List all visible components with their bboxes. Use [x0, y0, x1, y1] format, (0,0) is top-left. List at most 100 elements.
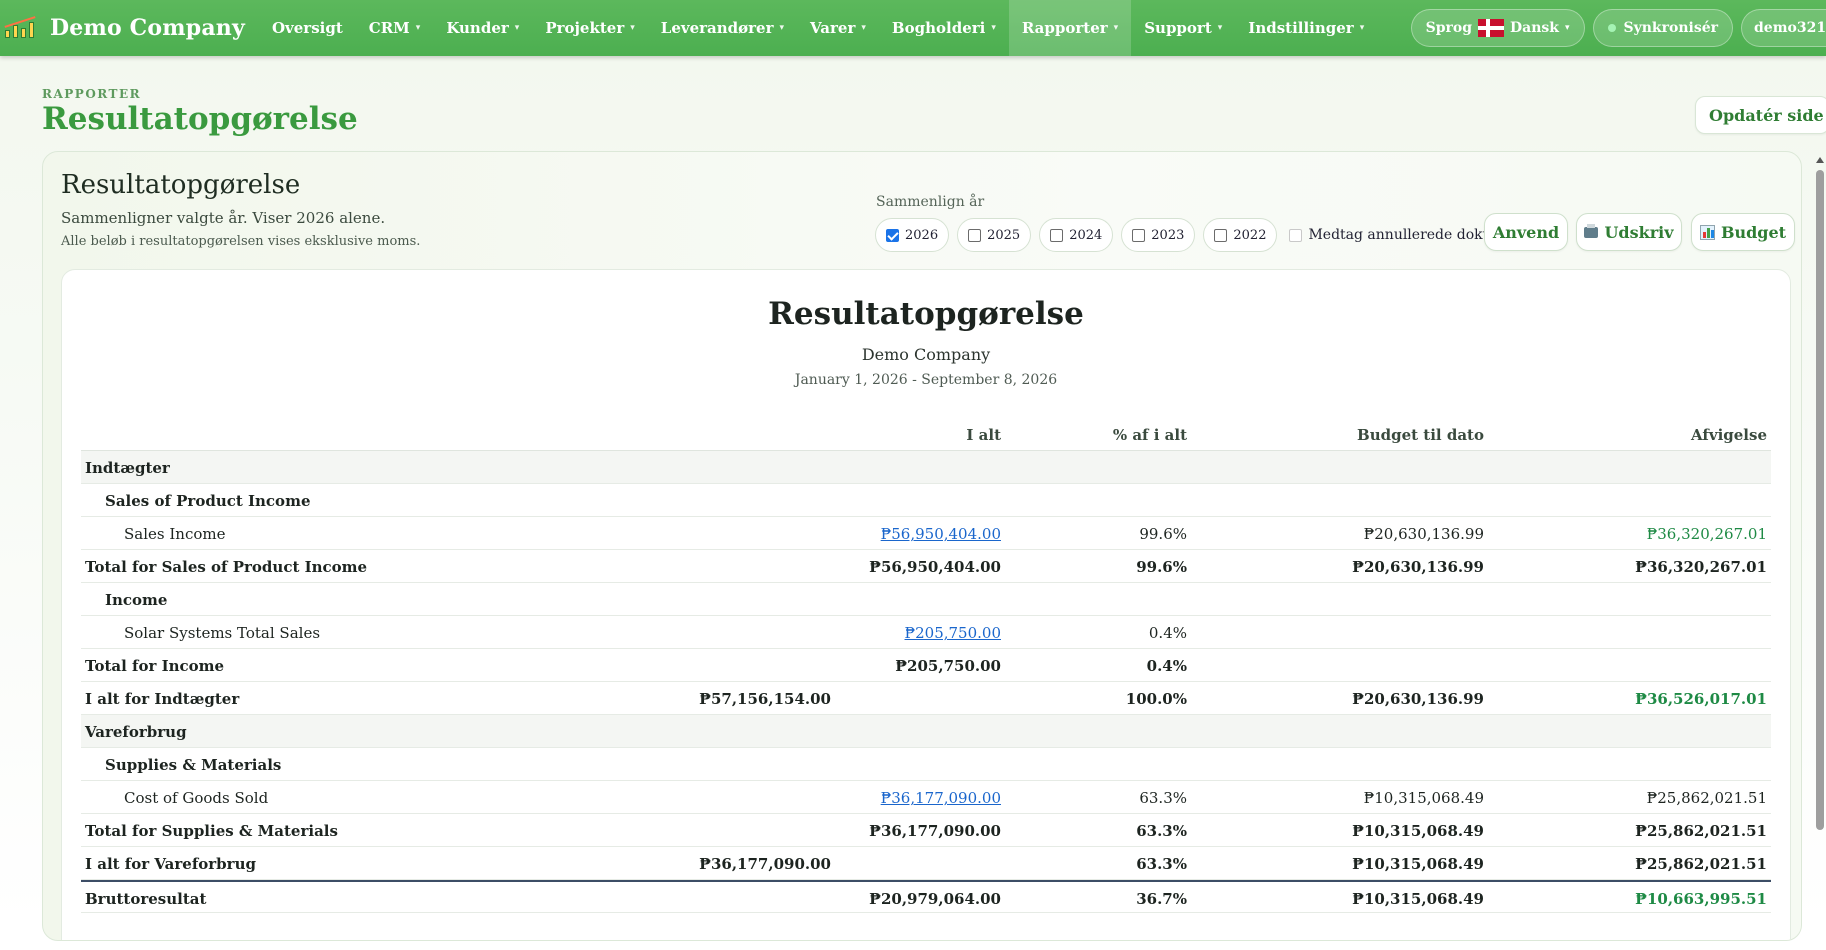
table-row: Supplies & Materials — [81, 748, 1771, 781]
nav-item-rapporter[interactable]: Rapporter ▾ — [1008, 0, 1132, 56]
nav-item-label: Indstillinger — [1248, 19, 1354, 37]
brand[interactable]: Demo Company — [0, 0, 245, 56]
year-label: 2024 — [1069, 227, 1103, 243]
chevron-down-icon: ▾ — [1113, 23, 1119, 33]
include-cancelled-checkbox[interactable] — [1289, 228, 1303, 242]
row-label: Indtægter — [85, 459, 170, 477]
nav-item-label: Bogholderi — [891, 19, 986, 37]
scroll-thumb[interactable] — [1816, 170, 1824, 830]
year-chip-2025[interactable]: 2025 — [957, 218, 1032, 252]
card-subtitle: Sammenligner valgte år. Viser 2026 alene… — [61, 209, 386, 227]
budget-button[interactable]: Budget — [1691, 213, 1795, 251]
year-checkbox[interactable] — [1050, 228, 1064, 242]
nav-item-oversigt[interactable]: Oversigt — [259, 0, 356, 56]
row-percent: 0.4% — [1148, 624, 1187, 642]
amount-link[interactable]: ₱205,750.00 — [905, 624, 1001, 642]
nav-item-indstillinger[interactable]: Indstillinger ▾ — [1235, 0, 1377, 56]
table-row: Income — [81, 583, 1771, 616]
row-label: Bruttoresultat — [85, 890, 207, 908]
table-row: Cost of Goods Sold ₱36,177,090.00 63.3% ₱10… — [81, 781, 1771, 814]
row-label: I alt for Indtægter — [85, 690, 240, 708]
row-label: Vareforbrug — [85, 723, 187, 741]
card-title: Resultatopgørelse — [61, 170, 301, 200]
row-label: Total for Sales of Product Income — [85, 558, 368, 576]
row-label: Sales of Product Income — [105, 492, 311, 510]
year-label: 2025 — [987, 227, 1021, 243]
year-chip-2022[interactable]: 2022 — [1203, 218, 1278, 252]
report-period: January 1, 2026 - September 8, 2026 — [794, 372, 1058, 388]
row-total: ₱20,979,064.00 — [869, 890, 1001, 908]
table-row: Vareforbrug — [81, 715, 1771, 748]
refresh-page-button[interactable]: Opdatér side — [1695, 96, 1826, 134]
table-row: I alt for Indtægter ₱57,156,154.00 100.0% ₱… — [81, 682, 1771, 715]
top-navbar: Demo Company Oversigt CRM ▾ Kunder ▾ Projekte… — [0, 0, 1826, 56]
row-budget: ₱10,315,068.49 — [1352, 822, 1484, 840]
table-header: I alt % af i alt Budget til dato Afvigel… — [81, 418, 1771, 451]
report-sheet: Resultatopgørelse Demo Company January 1… — [61, 269, 1791, 940]
table-row: Indtægter — [81, 451, 1771, 484]
sync-button[interactable]: Synkronisér — [1592, 9, 1733, 47]
scroll-up-arrow-icon[interactable] — [1816, 157, 1824, 163]
amount-link[interactable]: ₱36,177,090.00 — [881, 789, 1001, 807]
nav-item-support[interactable]: Support ▾ — [1131, 0, 1235, 56]
row-deviation: ₱25,862,021.51 — [1635, 855, 1767, 873]
year-chip-2026[interactable]: 2026 — [875, 218, 950, 252]
nav-item-label: Kunder — [446, 19, 509, 37]
year-checkbox[interactable] — [1214, 228, 1228, 242]
vat-note: Alle beløb i resultatopgørelsen vises ek… — [61, 234, 421, 249]
nav-item-varer[interactable]: Varer ▾ — [797, 0, 879, 56]
row-deviation: ₱10,663,995.51 — [1635, 890, 1767, 908]
row-budget: ₱20,630,136.99 — [1352, 690, 1484, 708]
row-percent: 63.3% — [1139, 789, 1187, 807]
report-title: Resultatopgørelse — [768, 296, 1084, 332]
year-checkbox[interactable] — [1132, 228, 1146, 242]
nav-item-label: Support — [1144, 19, 1212, 37]
compare-years-label: Sammenlign år — [876, 194, 985, 210]
page-eyebrow: RAPPORTER — [42, 87, 142, 101]
row-total: ₱205,750.00 — [895, 657, 1001, 675]
row-deviation: ₱36,526,017.01 — [1635, 690, 1767, 708]
nav-item-kunder[interactable]: Kunder ▾ — [433, 0, 532, 56]
year-chip-2024[interactable]: 2024 — [1039, 218, 1114, 252]
row-percent: 0.4% — [1146, 657, 1187, 675]
user-menu[interactable]: demo321 - a — [1741, 9, 1826, 47]
language-selector[interactable]: Sprog Dansk ▾ — [1410, 9, 1585, 47]
table-row: Total for Income ₱205,750.00 0.4% — [81, 649, 1771, 682]
table-row: Bruttoresultat ₱20,979,064.00 36.7% ₱10,315… — [81, 880, 1771, 913]
row-section-total: ₱57,156,154.00 — [699, 690, 831, 708]
chevron-down-icon: ▾ — [630, 23, 635, 33]
year-filter: 2026 2025 2024 2023 2022 Medtag annullerede … — [875, 218, 1543, 252]
chevron-down-icon: ▾ — [1217, 23, 1223, 33]
amount-link[interactable]: ₱56,950,404.00 — [881, 525, 1001, 543]
print-label: Udskriv — [1604, 222, 1674, 242]
row-percent: 63.3% — [1136, 822, 1187, 840]
row-total: ₱36,177,090.00 — [869, 822, 1001, 840]
row-section-total: ₱36,177,090.00 — [699, 855, 831, 873]
page-scrollbar[interactable] — [1814, 151, 1826, 941]
column-header-total: I alt — [966, 426, 1001, 444]
report-card: Resultatopgørelse Sammenligner valgte år… — [42, 151, 1802, 941]
year-checkbox[interactable] — [968, 228, 982, 242]
nav-item-crm[interactable]: CRM ▾ — [356, 0, 434, 56]
status-dot-icon — [1607, 24, 1616, 32]
table-row: I alt for Vareforbrug ₱36,177,090.00 63.3%… — [81, 847, 1771, 880]
nav-item-projekter[interactable]: Projekter ▾ — [532, 0, 647, 56]
nav-item-leverandører[interactable]: Leverandører ▾ — [648, 0, 797, 56]
table-row: Sales of Product Income — [81, 484, 1771, 517]
year-chip-2023[interactable]: 2023 — [1121, 218, 1196, 252]
chevron-down-icon: ▾ — [991, 23, 996, 33]
row-label: Total for Income — [85, 657, 225, 675]
nav-item-label: Leverandører — [660, 19, 774, 37]
nav-item-bogholderi[interactable]: Bogholderi ▾ — [879, 0, 1009, 56]
row-percent: 99.6% — [1136, 558, 1187, 576]
year-checkbox[interactable] — [886, 228, 899, 242]
apply-button[interactable]: Anvend — [1484, 213, 1568, 251]
table-row: Total for Supplies & Materials ₱36,177,09… — [81, 814, 1771, 847]
print-button[interactable]: Udskriv — [1576, 213, 1682, 251]
language-label: Sprog — [1425, 20, 1472, 36]
brand-name: Demo Company — [50, 15, 245, 41]
row-deviation: ₱36,320,267.01 — [1635, 558, 1767, 576]
chevron-down-icon: ▾ — [1359, 23, 1365, 33]
table-row: Solar Systems Total Sales ₱205,750.00 0.4% — [81, 616, 1771, 649]
chevron-down-icon: ▾ — [415, 23, 421, 33]
